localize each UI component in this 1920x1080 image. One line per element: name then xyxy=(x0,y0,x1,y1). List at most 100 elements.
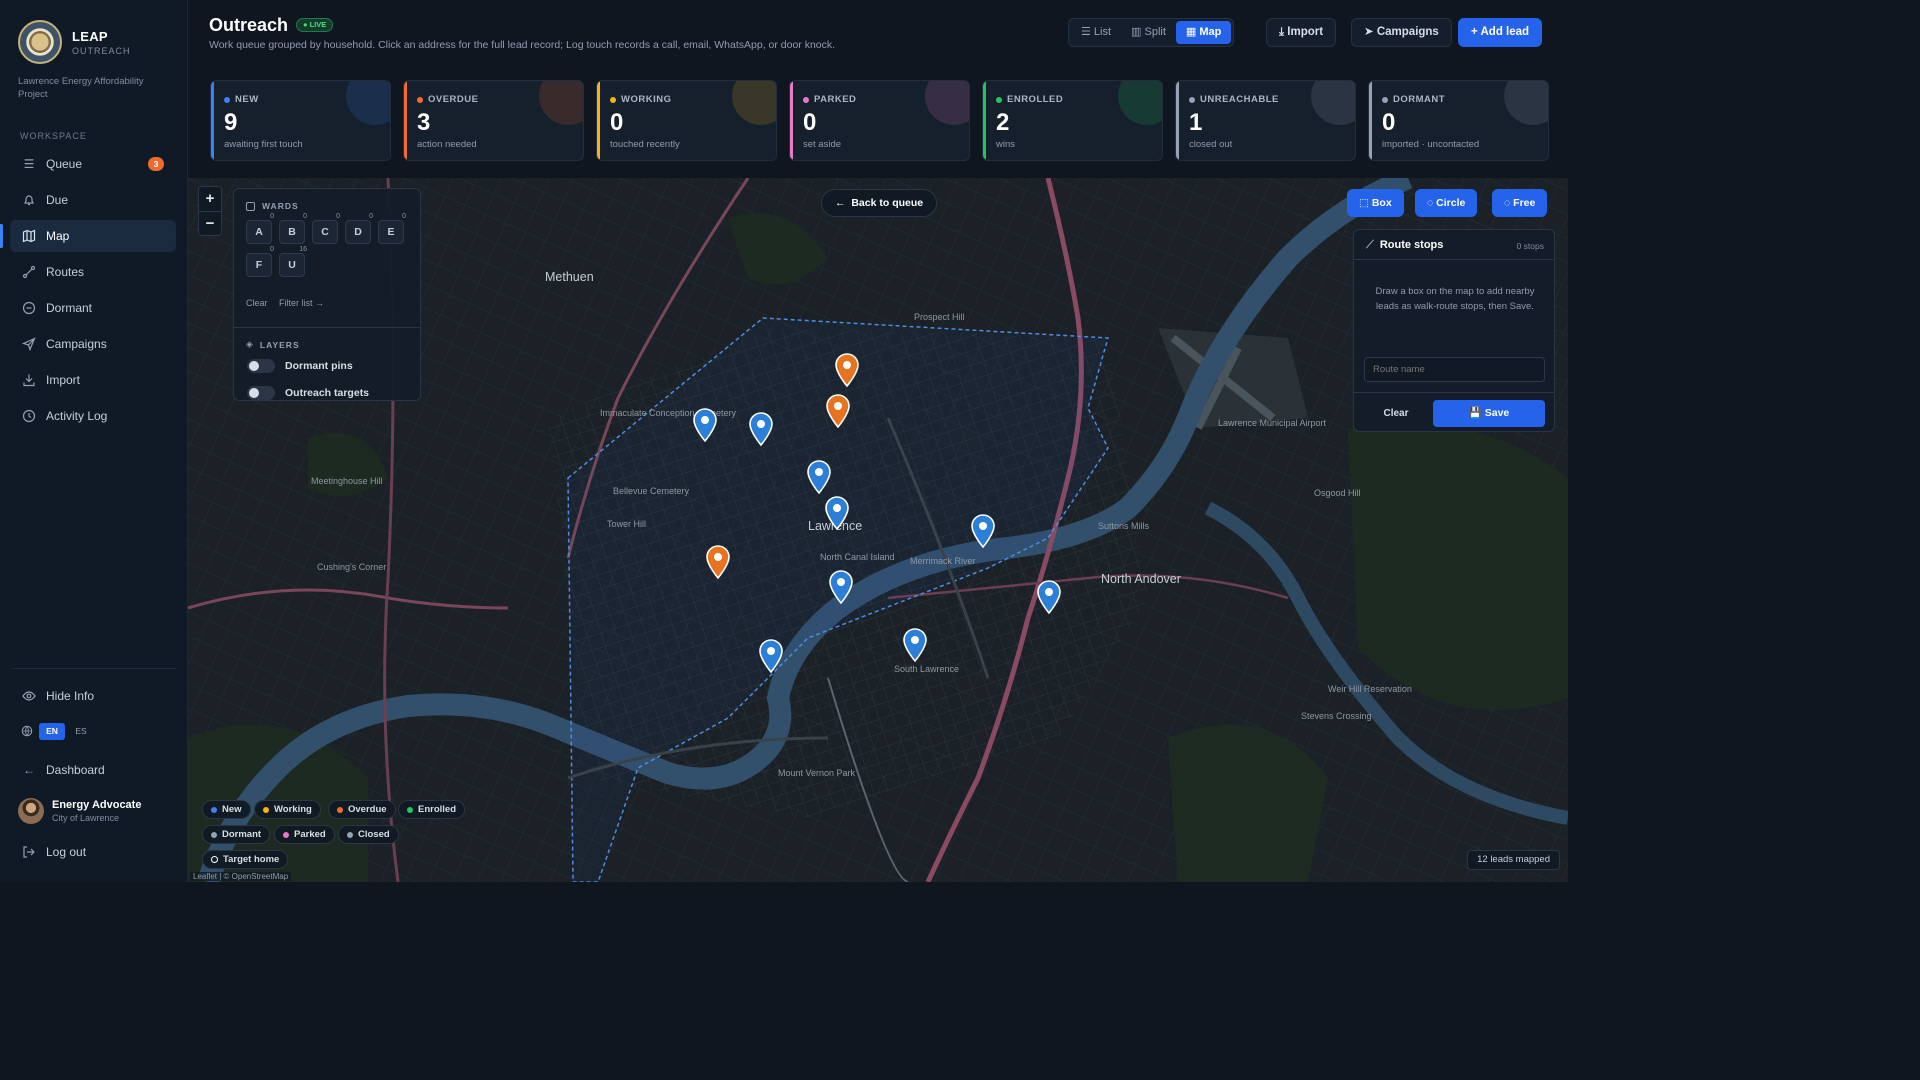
lang-en-button[interactable]: EN xyxy=(39,723,65,740)
sidebar-item-import[interactable]: Import xyxy=(10,364,176,396)
ward-count: 0 xyxy=(369,213,373,220)
stat-card-overdue[interactable]: OVERDUE 3 action needed xyxy=(403,80,584,161)
card-sub: awaiting first touch xyxy=(224,139,303,150)
sidebar-item-label: Queue xyxy=(46,157,83,171)
map-marker-icon xyxy=(807,460,831,495)
zoom-in-button[interactable]: + xyxy=(199,187,221,211)
outreach-targets-toggle[interactable] xyxy=(247,386,275,400)
wards-clear-link[interactable]: Clear xyxy=(246,298,268,308)
campaigns-button[interactable]: ➤ Campaigns xyxy=(1351,18,1452,47)
stat-card-parked[interactable]: PARKED 0 set aside xyxy=(789,80,970,161)
logout-button[interactable]: Log out xyxy=(22,845,86,859)
ward-b-button[interactable]: B0 xyxy=(279,213,307,244)
route-save-button[interactable]: 💾 Save xyxy=(1433,400,1545,427)
select-circle-button[interactable]: ◌ Circle xyxy=(1415,189,1478,217)
stat-card-enrolled[interactable]: ENROLLED 2 wins xyxy=(982,80,1163,161)
map-pin-new[interactable] xyxy=(758,639,784,674)
brand[interactable]: LEAP OUTREACH xyxy=(18,20,131,64)
workspace-heading: WORKSPACE xyxy=(20,131,87,141)
card-accent xyxy=(404,81,407,160)
map-pin-new[interactable] xyxy=(806,460,832,495)
ward-f-button[interactable]: F0 xyxy=(246,246,274,277)
ward-a-button[interactable]: A0 xyxy=(246,213,274,244)
sidebar-item-queue[interactable]: ☰ Queue 3 xyxy=(10,148,176,180)
add-lead-button[interactable]: + Add lead xyxy=(1458,18,1543,47)
lang-es-button[interactable]: ES xyxy=(68,723,94,740)
sidebar-item-dormant[interactable]: Dormant xyxy=(10,292,176,324)
logout-icon xyxy=(22,845,36,859)
map-pin-new[interactable] xyxy=(824,496,850,531)
map-marker-icon xyxy=(706,545,730,580)
map-pin-new[interactable] xyxy=(970,514,996,549)
send-icon xyxy=(21,337,36,352)
select-box-button[interactable]: ⬚ Box xyxy=(1347,189,1404,217)
map-pin-overdue[interactable] xyxy=(825,394,851,429)
card-label: WORKING xyxy=(610,94,671,105)
place-label: Osgood Hill xyxy=(1314,488,1361,498)
card-label: ENROLLED xyxy=(996,94,1063,105)
card-sub: touched recently xyxy=(610,139,680,150)
import-button[interactable]: ⤓ Import xyxy=(1266,18,1337,47)
user-profile[interactable]: Energy Advocate City of Lawrence xyxy=(18,798,141,824)
map-marker-icon xyxy=(749,412,773,447)
map-pin-new[interactable] xyxy=(748,412,774,447)
sidebar-item-campaigns[interactable]: Campaigns xyxy=(10,328,176,360)
campaigns-label: Campaigns xyxy=(1376,26,1439,38)
stat-card-dormant[interactable]: DORMANT 0 imported · uncontacted xyxy=(1368,80,1549,161)
card-label-text: OVERDUE xyxy=(428,94,479,105)
status-dot xyxy=(407,806,413,813)
select-free-button[interactable]: ◌ Free xyxy=(1492,189,1548,217)
dormant-pins-toggle[interactable] xyxy=(247,359,275,373)
stat-card-new[interactable]: NEW 9 awaiting first touch xyxy=(210,80,391,161)
ward-e-button[interactable]: E0 xyxy=(378,213,406,244)
layer-outreach-targets[interactable]: Outreach targets xyxy=(247,386,369,400)
map-pin-new[interactable] xyxy=(692,408,718,443)
sidebar-item-routes[interactable]: Routes xyxy=(10,256,176,288)
map-attribution[interactable]: Leaflet | © OpenStreetMap xyxy=(190,872,292,881)
ward-u-button[interactable]: U 16 xyxy=(279,246,307,277)
route-stops-panel: ⟋ Route stops 0 stops Draw a box on the … xyxy=(1353,229,1555,432)
card-value: 0 xyxy=(1382,109,1396,136)
ward-c-button[interactable]: C0 xyxy=(312,213,340,244)
view-map-button[interactable]: ▦ Map xyxy=(1175,21,1232,44)
dashboard-link[interactable]: ← Dashboard xyxy=(22,763,105,777)
map-pin-new[interactable] xyxy=(1036,580,1062,615)
back-to-queue-button[interactable]: ← Back to queue xyxy=(821,189,938,217)
sidebar-item-label: Activity Log xyxy=(46,409,108,423)
ward-label: U xyxy=(288,259,296,271)
card-label: UNREACHABLE xyxy=(1189,94,1279,105)
map-pin-new[interactable] xyxy=(828,570,854,605)
status-dot xyxy=(211,856,218,863)
map-marker-icon xyxy=(903,628,927,663)
route-icon xyxy=(22,265,36,279)
hide-info-button[interactable]: Hide Info xyxy=(22,689,94,703)
map-marker-icon xyxy=(693,408,717,443)
map-pin-overdue[interactable] xyxy=(834,353,860,388)
layer-dormant-pins[interactable]: Dormant pins xyxy=(247,359,353,373)
layer-label: Dormant pins xyxy=(285,360,353,372)
view-list-label: List xyxy=(1093,26,1112,38)
wards-filter-link[interactable]: Filter list → xyxy=(279,298,324,308)
logout-label: Log out xyxy=(46,845,87,859)
layer-label: Outreach targets xyxy=(285,387,370,399)
sidebar-item-map[interactable]: Map xyxy=(0,220,176,252)
sidebar-item-activity-log[interactable]: Activity Log xyxy=(10,400,176,432)
legend-label: Closed xyxy=(358,829,390,840)
route-clear-button[interactable]: Clear xyxy=(1366,401,1426,427)
status-dot xyxy=(417,96,423,103)
route-name-input[interactable] xyxy=(1364,357,1545,382)
zoom-out-button[interactable]: − xyxy=(199,212,221,236)
lead-map[interactable]: Methuen Lawrence North Andover South Law… xyxy=(188,178,1568,882)
stat-card-working[interactable]: WORKING 0 touched recently xyxy=(596,80,777,161)
ward-d-button[interactable]: D0 xyxy=(345,213,373,244)
map-pin-overdue[interactable] xyxy=(705,545,731,580)
stat-card-unreachable[interactable]: UNREACHABLE 1 closed out xyxy=(1175,80,1356,161)
legend-label: Overdue xyxy=(348,804,387,815)
map-pin-new[interactable] xyxy=(902,628,928,663)
legend-new: New xyxy=(202,800,251,819)
card-value: 3 xyxy=(417,109,431,136)
view-split-button[interactable]: ▥ Split xyxy=(1121,21,1176,44)
place-label: South Lawrence xyxy=(894,664,960,674)
view-list-button[interactable]: ☰ List xyxy=(1071,21,1121,44)
sidebar-item-due[interactable]: Due xyxy=(10,184,176,216)
